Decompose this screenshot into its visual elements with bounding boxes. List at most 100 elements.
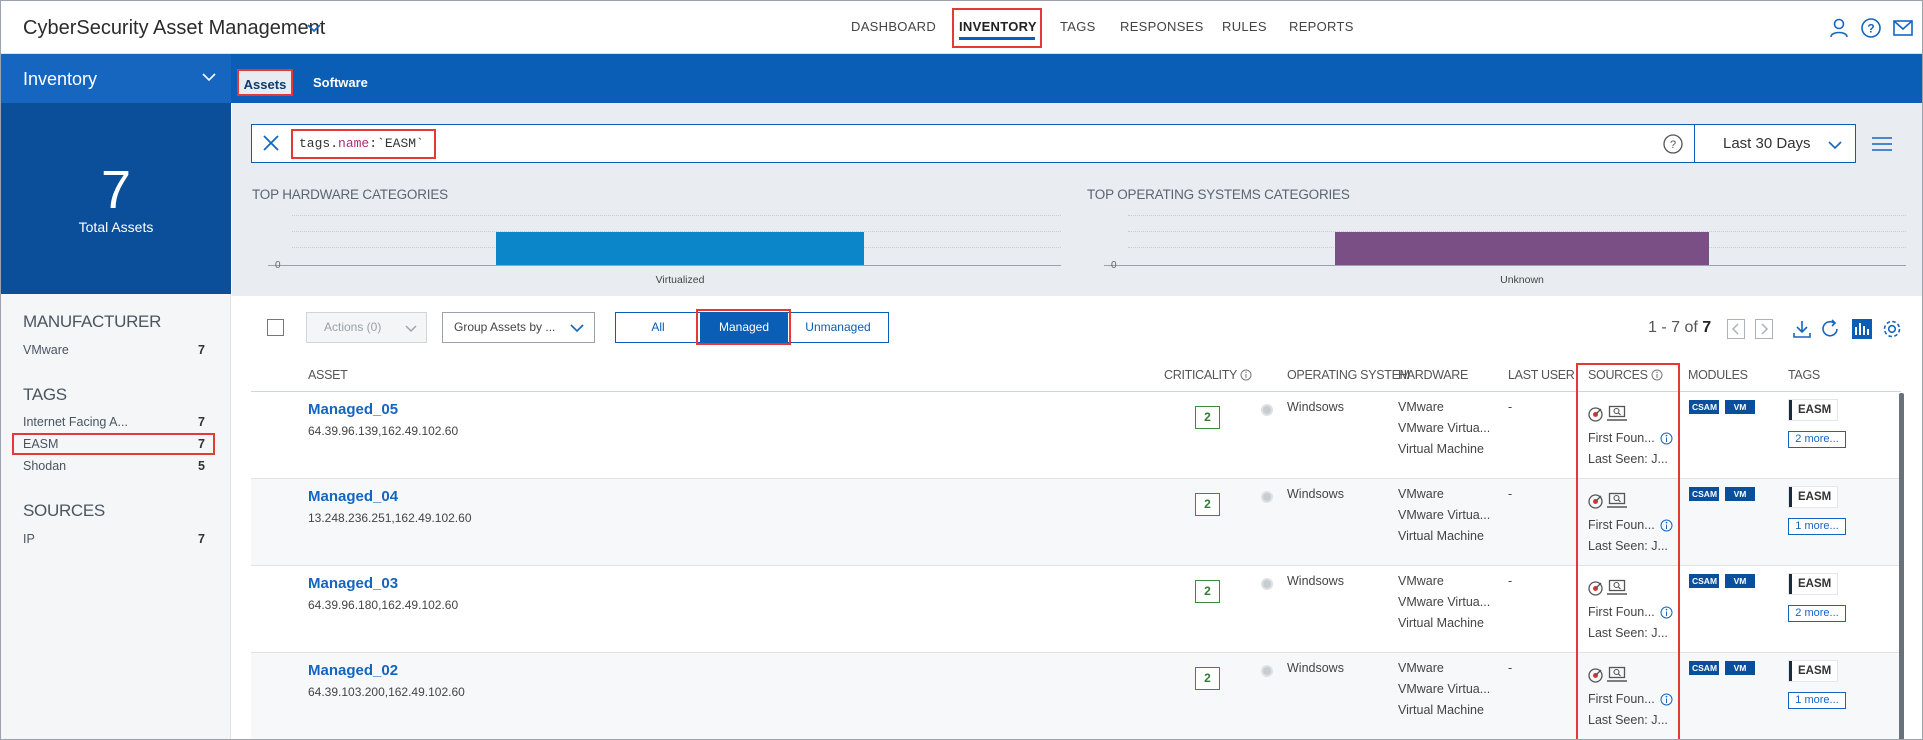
os-icon [1261,578,1273,590]
criticality-badge: 2 [1195,580,1220,603]
gear-icon[interactable] [1881,318,1903,340]
nav-tags[interactable]: TAGS [1060,19,1096,34]
last-user: - [1508,487,1513,501]
module-badge-vm: VM [1725,487,1755,501]
facet-item[interactable]: Internet Facing A... 7 [23,415,205,429]
svg-text:?: ? [1867,22,1874,36]
column-header-modules[interactable]: MODULES [1688,368,1748,382]
select-all-checkbox[interactable] [267,319,284,336]
search-query[interactable]: tags.name:`EASM` [299,136,424,151]
segment-all[interactable]: All [615,312,701,343]
close-icon[interactable] [260,132,282,154]
chart-bar-virtualized[interactable] [496,232,864,265]
gridline [1128,215,1906,216]
more-tags-link[interactable]: 2 more... [1788,605,1846,622]
first-found: First Foun... [1588,692,1655,706]
column-header-tags[interactable]: TAGS [1788,368,1820,382]
chart-icon[interactable] [1851,318,1873,340]
nav-dashboard[interactable]: DASHBOARD [851,19,936,34]
column-header-sources-label: SOURCES [1588,368,1648,382]
column-header-last-user[interactable]: LAST USER [1508,368,1575,382]
info-icon[interactable] [1240,369,1252,381]
pagination-info: 1 - 7 of 7 [1648,319,1711,337]
facet-item[interactable]: Shodan 5 [23,459,205,473]
facet-item-count: 7 [198,532,205,546]
chevron-down-icon[interactable] [304,18,324,38]
y-tick-zero: 0 [275,260,281,271]
tag-chip[interactable]: EASM [1789,400,1837,420]
hardware-category: Virtual Machine [1398,529,1484,543]
nav-rules[interactable]: RULES [1222,19,1267,34]
nav-inventory[interactable]: INVENTORY [959,19,1037,34]
info-icon[interactable] [1660,432,1673,445]
facet-item[interactable]: IP 7 [23,532,205,546]
info-icon[interactable] [1660,519,1673,532]
chart-bar-unknown[interactable] [1335,232,1709,265]
query-value: :`EASM` [369,136,424,151]
column-header-hardware[interactable]: HARDWARE [1398,368,1468,382]
actions-label: Actions (0) [324,320,382,334]
actions-dropdown[interactable]: Actions (0) [306,312,427,343]
facet-item[interactable]: VMware 7 [23,343,205,357]
info-icon[interactable] [1660,606,1673,619]
facet-title-manufacturer: MANUFACTURER [23,312,162,331]
column-header-os[interactable]: OPERATING SYSTEM [1287,368,1410,382]
tag-chip[interactable]: EASM [1789,487,1837,507]
facet-title-sources: SOURCES [23,501,105,520]
chart-title-os: TOP OPERATING SYSTEMS CATEGORIES [1087,187,1350,202]
tab-software[interactable]: Software [313,75,368,90]
facet-item-count: 7 [198,437,205,451]
last-seen: Last Seen: J... [1588,626,1668,640]
column-header-asset[interactable]: ASSET [308,368,348,382]
user-icon[interactable] [1828,17,1850,39]
chevron-right-icon[interactable] [1755,319,1773,339]
hardware-category: Virtual Machine [1398,703,1484,717]
nav-responses[interactable]: RESPONSES [1120,19,1204,34]
mail-icon[interactable] [1892,17,1914,39]
module-badge-vm: VM [1725,400,1755,414]
chevron-left-icon[interactable] [1727,319,1745,339]
hamburger-icon[interactable] [1871,135,1893,153]
segment-unmanaged[interactable]: Unmanaged [787,312,889,343]
section-title[interactable]: Inventory [23,69,97,90]
help-icon[interactable]: ? [1662,133,1684,155]
date-range-select[interactable]: Last 30 Days [1723,135,1811,152]
nav-reports[interactable]: REPORTS [1289,19,1354,34]
column-header-sources[interactable]: SOURCES [1588,368,1663,382]
info-icon[interactable] [1660,693,1673,706]
segment-managed[interactable]: Managed [701,312,787,343]
refresh-icon[interactable] [1819,318,1841,340]
search-input[interactable] [251,124,1856,163]
criticality-badge: 2 [1195,406,1220,429]
facet-item-label: EASM [23,437,59,451]
scanner-icon [1588,581,1603,596]
first-found: First Foun... [1588,431,1655,445]
asset-name-link[interactable]: Managed_02 [308,662,398,679]
column-header-criticality[interactable]: CRITICALITY [1164,368,1252,382]
asset-name-link[interactable]: Managed_04 [308,488,398,505]
chevron-down-icon[interactable] [201,69,217,85]
chevron-down-icon[interactable] [1827,137,1843,153]
group-by-dropdown[interactable]: Group Assets by ... [442,312,595,343]
last-user: - [1508,400,1513,414]
total-assets-count: 7 [100,160,132,220]
asset-name-link[interactable]: Managed_03 [308,575,398,592]
facet-item-label: Internet Facing A... [23,415,128,429]
query-prefix: tags. [299,136,339,151]
facet-item-label: Shodan [23,459,67,473]
facet-item-easm[interactable]: EASM 7 [23,437,205,451]
asset-name-link[interactable]: Managed_05 [308,401,398,418]
more-tags-link[interactable]: 1 more... [1788,692,1846,709]
info-icon[interactable] [1651,369,1663,381]
download-icon[interactable] [1791,318,1813,340]
help-icon[interactable]: ? [1860,17,1882,39]
tag-chip[interactable]: EASM [1789,661,1837,681]
first-found: First Foun... [1588,518,1655,532]
column-header-criticality-label: CRITICALITY [1164,368,1237,382]
more-tags-link[interactable]: 2 more... [1788,431,1846,448]
more-tags-link[interactable]: 1 more... [1788,518,1846,535]
tag-chip[interactable]: EASM [1789,574,1837,594]
scrollbar[interactable] [1899,393,1904,739]
paging-range: 1 - 7 of [1648,319,1698,336]
tab-assets[interactable]: Assets [237,69,293,96]
